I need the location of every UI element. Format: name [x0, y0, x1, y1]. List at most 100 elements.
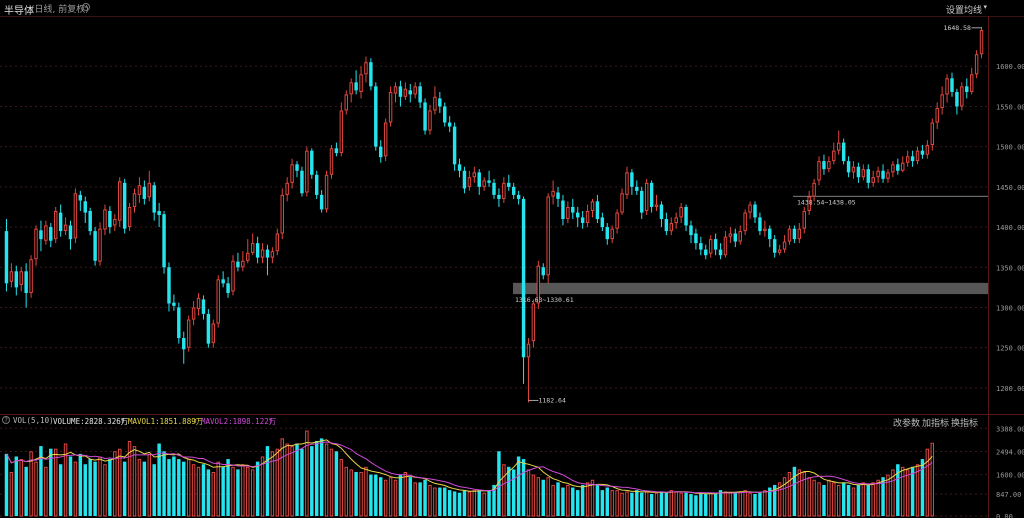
volume-bar: [398, 474, 403, 516]
candle-body: [231, 260, 235, 292]
candle-body: [768, 228, 772, 240]
candle: [733, 228, 738, 248]
price-tick-label: 1250.00: [996, 345, 1024, 353]
candle: [191, 301, 196, 326]
volume-bar: [792, 466, 797, 516]
price-axis: 1600.00 1550.00 1500.00 1450.00 1400.00 1350.…: [996, 63, 1024, 393]
candle-body: [186, 319, 191, 348]
candle: [758, 212, 762, 236]
candle-body: [669, 223, 674, 232]
candle-body: [797, 228, 802, 240]
candle: [905, 150, 910, 167]
volume-bar: [433, 487, 437, 517]
volume-bar: [34, 461, 38, 517]
candle-body: [152, 185, 156, 213]
candle-body: [369, 62, 373, 87]
candle: [388, 86, 393, 127]
candle: [438, 91, 442, 113]
candle-body: [546, 196, 550, 276]
candle: [566, 201, 570, 224]
candle-body: [689, 225, 693, 236]
candle: [901, 156, 905, 173]
volume-bar: [14, 456, 19, 516]
candle: [551, 180, 555, 205]
help-icon[interactable]: ?: [2, 416, 10, 424]
candle-body: [172, 302, 176, 306]
candle-body: [886, 172, 890, 179]
candle: [748, 201, 752, 220]
candle-body: [832, 150, 836, 162]
volume-bar: [669, 490, 674, 517]
price-tick-label: 1400.00: [996, 224, 1024, 232]
price-tick-label: 1500.00: [996, 144, 1024, 152]
candle: [285, 177, 289, 202]
kline-chart[interactable]: 1600.00 1550.00 1500.00 1450.00 1400.00 1350.…: [0, 0, 1024, 518]
volume-bar: [462, 490, 467, 516]
volume-bar: [319, 438, 324, 516]
volume-bar: [344, 466, 348, 517]
candle: [575, 206, 580, 228]
candle: [974, 50, 979, 79]
volume-bar: [571, 487, 575, 516]
candle-body: [600, 217, 605, 228]
volume-bar: [413, 482, 417, 517]
candle-body: [211, 323, 216, 343]
switch-indicator-button[interactable]: 换指标: [951, 416, 978, 429]
volume-bar: [507, 466, 511, 516]
volume-bar: [305, 430, 309, 517]
volume-bar: [324, 443, 329, 517]
candle-body: [699, 243, 703, 250]
candle-body: [49, 227, 53, 241]
volume-tick-label: 0.00: [996, 513, 1013, 518]
candle-body: [566, 206, 570, 220]
volume-bar: [822, 484, 826, 516]
candle: [728, 227, 733, 244]
volume-bar: [83, 464, 87, 516]
candle: [433, 86, 437, 115]
candle-body: [640, 190, 644, 213]
candle: [699, 236, 703, 256]
candle-body: [856, 166, 861, 178]
candle: [108, 206, 112, 234]
candle: [418, 82, 422, 109]
candle-body: [925, 145, 930, 155]
volume-bar: [300, 448, 304, 516]
candle: [910, 150, 915, 167]
candle-body: [93, 231, 97, 261]
volume-bar: [482, 492, 486, 517]
volume-bar: [379, 477, 383, 516]
candle-body: [777, 249, 782, 253]
candle: [177, 302, 181, 344]
volume-bar: [654, 492, 659, 517]
candle-body: [241, 260, 245, 268]
price-tick-label: 1450.00: [996, 184, 1024, 192]
volume-bar: [832, 482, 836, 517]
candle: [856, 162, 861, 183]
arrow-up-icon: ↑: [193, 416, 198, 425]
volume-bar: [24, 466, 28, 516]
candle-body: [531, 303, 536, 342]
candle-body: [216, 279, 220, 324]
volume-bar: [521, 459, 526, 516]
candle: [841, 138, 846, 165]
candle-body: [718, 249, 723, 256]
volume-bar: [452, 491, 457, 516]
volume-bar: [738, 491, 742, 517]
candle-body: [802, 210, 806, 229]
add-indicator-button[interactable]: 加指标: [922, 416, 949, 429]
candle-body: [758, 217, 762, 232]
candle-body: [659, 204, 664, 220]
candle: [290, 158, 294, 189]
candle-body: [206, 313, 211, 344]
edit-params-button[interactable]: 改参数: [893, 416, 920, 429]
candle-body: [250, 243, 255, 253]
volume-bar: [374, 474, 378, 516]
candle-body: [290, 164, 294, 183]
candle-body: [275, 233, 280, 252]
candle: [694, 228, 698, 250]
candle: [763, 220, 767, 237]
candle: [216, 275, 220, 328]
candle-body: [393, 86, 398, 94]
candle: [88, 207, 92, 236]
volume-bar: [359, 472, 363, 517]
